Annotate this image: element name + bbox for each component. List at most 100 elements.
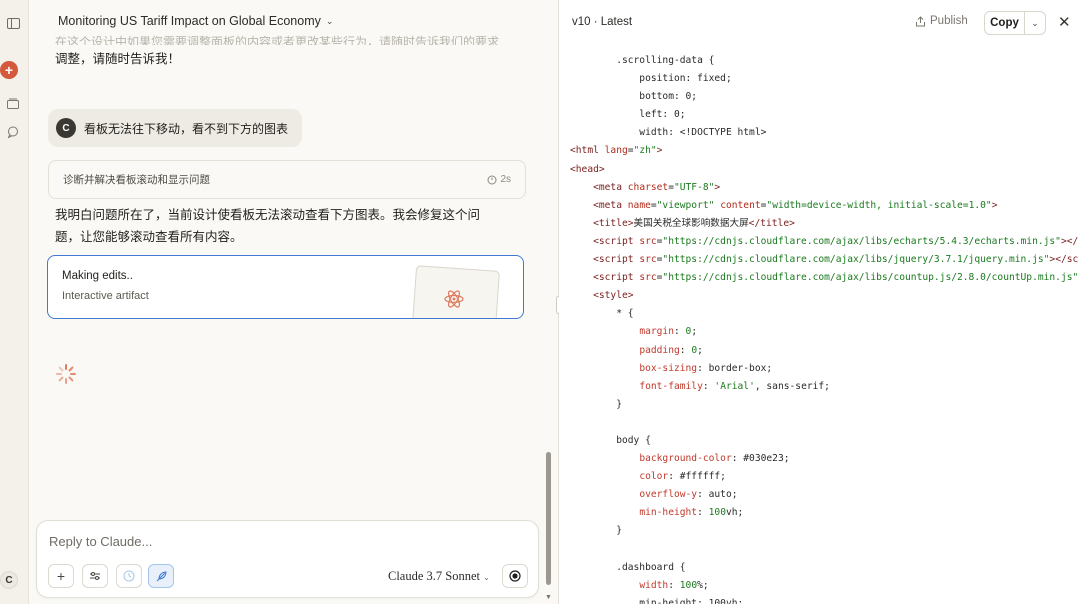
chat-title: Monitoring US Tariff Impact on Global Ec… [58, 14, 321, 28]
reply-input[interactable]: Reply to Claude... [49, 534, 152, 549]
code-line: <style> [570, 287, 1078, 305]
chevron-down-icon: ⌄ [325, 15, 334, 26]
clock-icon[interactable] [116, 564, 142, 588]
user-message-avatar: C [56, 118, 76, 138]
version-label[interactable]: v10 · Latest [572, 16, 632, 28]
projects-icon[interactable] [2, 92, 24, 114]
code-line: body { [570, 432, 1078, 450]
code-token: lang [604, 145, 628, 157]
copy-options-chevron-icon[interactable]: ⌄ [1025, 12, 1045, 34]
code-line: <head> [570, 161, 1078, 179]
code-line: min-height: 100vh; [570, 504, 1078, 522]
assistant-reply-line-1: 我明白问题所在了，当前设计使看板无法滚动查看下方图表。我会修复这个问 [55, 208, 481, 222]
code-token: <script [570, 235, 640, 247]
chat-panel: Monitoring US Tariff Impact on Global Ec… [29, 0, 558, 604]
code-line: font-family: 'Arial', sans-serif; [570, 378, 1078, 396]
chat-title-button[interactable]: Monitoring US Tariff Impact on Global Ec… [58, 14, 333, 28]
new-chat-icon[interactable]: + [0, 61, 18, 79]
sidebar-toggle-icon[interactable] [2, 12, 24, 34]
close-icon[interactable]: ✕ [1058, 13, 1071, 31]
code-token: 100 [708, 507, 726, 519]
chat-scrollbar[interactable] [546, 452, 551, 585]
artifact-code-panel: v10 · Latest Publish Copy ⌄ ✕ .scrolling… [559, 0, 1079, 604]
code-line: } [570, 522, 1078, 540]
code-token: "viewport" [656, 199, 715, 211]
code-token: .dashboard { [570, 561, 686, 573]
timer-icon [487, 175, 497, 184]
code-line: position: fixed; [570, 70, 1078, 88]
code-line: * { [570, 305, 1078, 323]
code-token: > [656, 145, 663, 157]
code-token: vh; [725, 507, 744, 519]
code-view: .scrolling-data { position: fixed; botto… [570, 52, 1078, 604]
code-token: : #030e23; [731, 453, 790, 465]
publish-button[interactable]: Publish [915, 15, 968, 27]
code-token: box-sizing [639, 362, 698, 374]
code-token: name [627, 199, 651, 211]
code-token: bottom: 0; [570, 91, 698, 103]
code-token: <script [570, 272, 640, 284]
code-token: .scrolling-data { [570, 55, 715, 66]
code-line: <script src="https://cdnjs.cloudflare.co… [570, 251, 1078, 269]
code-token: : #ffffff; [668, 471, 726, 483]
assistant-reply-line-2: 题，让您能够滚动查看所有内容。 [55, 230, 243, 244]
chevron-down-icon: ⌄ [483, 573, 490, 582]
publish-label: Publish [930, 15, 968, 27]
atom-icon [444, 290, 464, 308]
scroll-down-arrow-icon[interactable]: ▼ [545, 594, 552, 601]
user-message-text: 看板无法往下移动，看不到下方的图表 [84, 121, 289, 136]
code-token: charset [627, 181, 669, 193]
copy-button[interactable]: Copy [985, 12, 1025, 34]
code-token: min-height [639, 507, 698, 519]
code-token: 'Arial' [714, 380, 755, 392]
code-token: width [639, 579, 669, 591]
code-token: left: 0; [570, 109, 686, 121]
code-line: .scrolling-data { [570, 52, 1078, 70]
code-token: <meta [570, 181, 628, 193]
code-line: bottom: 0; [570, 88, 1078, 106]
faded-previous-text: 在这个设计中如果您需要调整面板的内容或者更改某些行为，请随时告诉我们的要求 [55, 35, 500, 45]
copy-button-group: Copy ⌄ [984, 11, 1046, 35]
user-avatar[interactable]: C [0, 571, 18, 589]
code-line: left: 0; [570, 106, 1078, 124]
artifact-card[interactable]: Making edits.. Interactive artifact [47, 255, 524, 319]
code-token: ></ [1060, 235, 1079, 247]
record-icon[interactable] [502, 564, 528, 588]
model-name: Claude 3.7 Sonnet [388, 569, 481, 583]
code-line: <meta name="viewport" content="width=dev… [570, 197, 1078, 215]
artifact-kind: Interactive artifact [62, 290, 149, 302]
code-token: : [697, 507, 709, 519]
plus-icon[interactable]: + [48, 564, 74, 588]
code-token: <title> [570, 217, 634, 229]
code-line: width: <!DOCTYPE html> [570, 124, 1078, 142]
code-token: padding [639, 344, 680, 356]
code-line: } [570, 396, 1078, 414]
feather-icon[interactable] [148, 564, 174, 588]
assistant-previous-text: 调整，请随时告诉我！ [55, 52, 181, 66]
code-token: } [570, 525, 622, 537]
code-token: > [714, 181, 721, 193]
code-line: width: 100%; [570, 577, 1078, 595]
thinking-summary[interactable]: 诊断并解决看板滚动和显示问题 2s [48, 160, 526, 199]
code-token: <head> [570, 163, 605, 175]
code-token: > [991, 199, 998, 211]
code-token: src [639, 235, 657, 247]
sliders-icon[interactable] [82, 564, 108, 588]
code-token: } [570, 398, 622, 410]
code-token: : [668, 579, 680, 591]
code-token: overflow-y [639, 489, 698, 501]
code-token: content [714, 199, 761, 211]
share-icon [916, 15, 925, 26]
code-token: font-family [639, 380, 703, 392]
chats-icon[interactable] [2, 121, 24, 143]
reply-composer: Reply to Claude... + Claude 3.7 Sonnet ⌄ [36, 520, 539, 598]
model-selector[interactable]: Claude 3.7 Sonnet ⌄ [388, 569, 490, 584]
code-token: src [639, 272, 657, 284]
code-token: <script [570, 254, 640, 266]
